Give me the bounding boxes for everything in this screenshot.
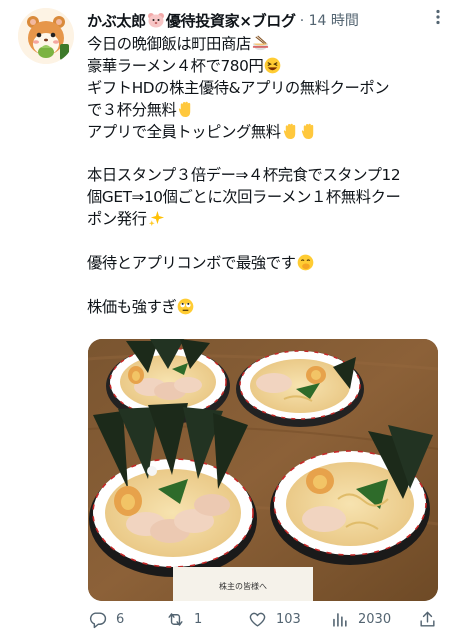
tweet-line: ポン発行 [87,209,442,231]
raised-hand-emoji-icon [179,101,191,117]
tweet-header: かぶ太郎 優待投資家×ブログ · 14 時間 [87,8,447,34]
tweet-line: 今日の晩御飯は町田商店 [87,34,442,56]
timestamp[interactable]: · 14 時間 [300,11,359,31]
like-count: 103 [276,612,301,627]
view-count: 2030 [358,612,392,627]
tweet-line: 優待とアプリコンボで最強です [87,253,442,275]
views-button[interactable]: 2030 [330,610,391,629]
tweet-line: ギフトHDの株主優待&アプリの無料クーポン [87,78,390,97]
retweet-icon [168,613,183,626]
ramen-bowls-image: 株主の皆様へ [88,339,438,601]
grinning-squint-emoji-icon [265,57,281,74]
ramen-bowl-emoji-icon [252,35,268,51]
reply-icon [89,612,107,629]
tweet-line: 本日スタンプ３倍デー⇒４杯完食でスタンプ12 [87,166,401,185]
more-options-icon[interactable] [429,8,447,31]
hamster-face-icon [147,13,164,28]
raised-hand-emoji-icon [301,123,313,139]
share-button[interactable] [418,610,437,629]
tweet-line: で３杯分無料 [87,100,442,122]
hamster-avatar-icon [18,8,74,64]
bar-chart-icon [333,613,347,627]
avatar[interactable] [18,8,74,64]
heart-icon [249,612,266,627]
face-with-rolling-eyes-emoji-icon [178,298,194,315]
sparkles-emoji-icon [148,211,164,227]
author-name[interactable]: かぶ太郎 優待投資家×ブログ [87,11,296,31]
face-with-hand-over-mouth-emoji-icon [297,254,313,271]
like-button[interactable]: 103 [248,610,301,629]
share-icon [420,611,435,627]
tweet-photo[interactable]: 株主の皆様へ [88,339,438,601]
retweet-button[interactable]: 1 [166,610,202,629]
reply-button[interactable]: 6 [88,610,124,629]
tweet-line: 株価も強すぎ [87,297,442,319]
tweet-actions: 6 1 103 2030 [88,606,440,634]
photo-sign-text: 株主の皆様へ [219,581,267,591]
tweet-line: 豪華ラーメン４杯で780円 [87,56,442,78]
tweet-line: 個GET⇒10個ごとに次回ラーメン１杯無料クー [87,188,401,207]
retweet-count: 1 [194,612,203,627]
tweet-text: 今日の晩御飯は町田商店 豪華ラーメン４杯で780円 ギフトHDの株主優待&アプリ… [87,34,442,319]
tweet-line: アプリで全員トッピング無料 [87,122,442,144]
reply-count: 6 [116,612,125,627]
raised-hand-emoji-icon [283,123,295,139]
